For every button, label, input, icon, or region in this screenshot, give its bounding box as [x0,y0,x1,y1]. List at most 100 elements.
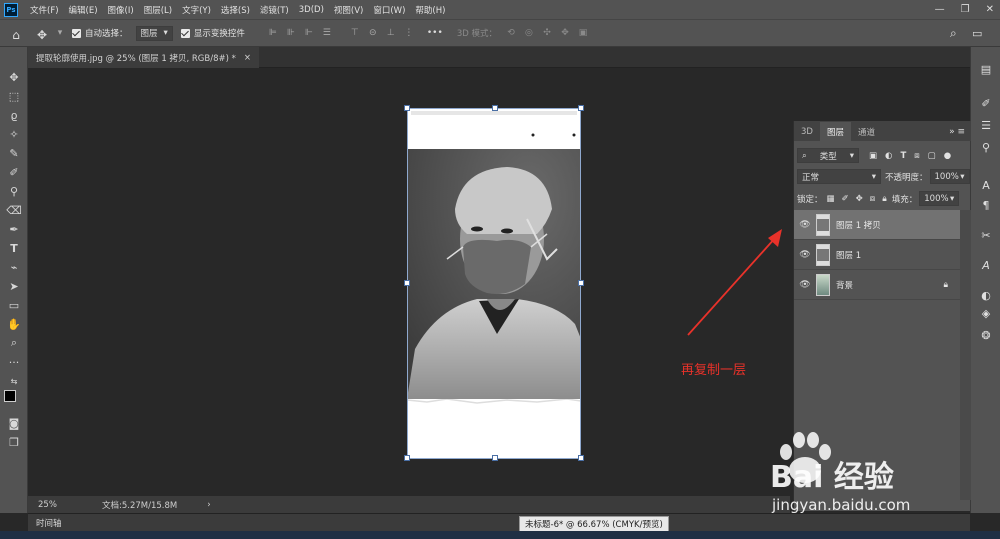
distribute-icon[interactable]: ☰ [321,28,333,38]
workspace-icon[interactable]: ▭ [972,27,982,40]
brush-panel-icon[interactable]: ✐ [978,95,994,111]
direct-select-tool-icon[interactable]: ➤ [6,278,22,294]
transform-handle-bottom-left[interactable] [404,455,410,461]
transform-handle-bottom[interactable] [492,455,498,461]
lasso-tool-icon[interactable]: ϱ [6,107,22,123]
layer-row-copy[interactable]: 👁︎ 图层 1 拷贝 [794,210,960,240]
zoom-tool-icon[interactable]: ⌕ [6,335,22,351]
filter-kind-dropdown[interactable]: ⌕ 类型 ▾ [797,148,859,163]
opacity-field[interactable]: 100% ▾ [929,169,970,184]
transform-handle-bottom-right[interactable] [578,455,584,461]
hand-tool-icon[interactable]: ✋ [6,316,22,332]
fill-field[interactable]: 100% ▾ [919,191,960,206]
path-tool-icon[interactable]: ⌁ [6,259,22,275]
auto-select-dropdown[interactable]: 图层 ▾ [135,25,173,41]
blend-mode-dropdown[interactable]: 正常 ▾ [797,169,881,184]
visibility-eye-icon[interactable]: 👁︎ [794,250,816,260]
tab-3d[interactable]: 3D [794,122,820,141]
search-icon[interactable]: ⌕ [950,26,957,41]
filter-adjustment-icon[interactable]: ◐ [885,151,892,161]
restore-icon[interactable]: ❐ [961,4,970,15]
transform-handle-top-left[interactable] [404,105,410,111]
align-middle-icon[interactable]: ⊝ [367,28,379,38]
menu-type[interactable]: 文字(Y) [182,4,211,16]
glyphs-panel-icon[interactable]: A [978,257,994,273]
minimize-icon[interactable]: — [935,4,945,15]
lock-pixels-icon[interactable]: ✐ [842,194,849,204]
photoshop-logo-icon[interactable]: Ps [4,2,18,17]
3d-scale-icon[interactable]: ▣ [577,28,589,38]
transform-handle-top-right[interactable] [578,105,584,111]
filter-pixel-icon[interactable]: ▣ [869,151,877,161]
move-tool-icon[interactable]: ✥ [36,28,48,42]
transform-handle-top[interactable] [492,105,498,111]
tab-channels[interactable]: 通道 [851,122,882,141]
quick-mask-icon[interactable]: ◙ [6,415,22,431]
chevron-down-icon[interactable]: ▾ [54,28,66,38]
document-tab[interactable]: 提取轮廓使用.jpg @ 25% (图层 1 拷贝, RGB/8#) * × [28,47,259,68]
3d-pan-icon[interactable]: ✣ [541,28,553,38]
close-icon[interactable]: ✕ [986,4,994,15]
lock-all-icon[interactable]: 🔒︎ [882,194,887,204]
align-center-h-icon[interactable]: ⊪ [285,28,297,38]
checkbox-icon[interactable] [72,28,81,38]
timeline-label[interactable]: 时间轴 [36,517,62,529]
transform-bounding-box[interactable] [404,105,584,461]
menu-3d[interactable]: 3D(D) [299,5,324,15]
visibility-eye-icon[interactable]: 👁︎ [794,220,816,230]
pen-tool-icon[interactable]: ✒ [6,221,22,237]
paragraph-panel-icon[interactable]: ¶ [978,197,994,213]
3d-orbit-icon[interactable]: ⟲ [505,28,517,38]
magic-wand-tool-icon[interactable]: ✧ [6,126,22,142]
swap-colors-icon[interactable]: ⇆ [6,373,22,389]
menu-help[interactable]: 帮助(H) [415,4,445,16]
panel-menu-icon[interactable]: » ≡ [949,122,965,141]
layers-panel-icon[interactable]: ◈ [978,305,994,321]
lock-transparent-icon[interactable]: ▦ [827,194,835,204]
layer-row-layer1[interactable]: 👁︎ 图层 1 [794,240,960,270]
foreground-color-swatch[interactable] [4,390,16,402]
layer-row-background[interactable]: 👁︎ 背景 🔒︎ [794,270,960,300]
marquee-tool-icon[interactable]: ⬚ [6,88,22,104]
eraser-tool-icon[interactable]: ⌫ [6,202,22,218]
filter-shape-icon[interactable]: ⧈ [914,151,919,161]
filter-type-icon[interactable]: T [900,151,906,161]
zoom-level[interactable]: 25% [38,500,78,510]
filter-smart-icon[interactable]: ▢ [928,151,936,161]
close-tab-icon[interactable]: × [244,53,251,63]
tools-panel-icon[interactable]: ✂ [978,227,994,243]
character-panel-icon[interactable]: A [978,177,994,193]
distribute-v-icon[interactable]: ⋮ [403,28,415,38]
history-panel-icon[interactable]: ▤ [978,61,994,77]
adjustments-panel-icon[interactable]: ☰ [978,117,994,133]
eyedropper-tool-icon[interactable]: ✎ [6,145,22,161]
menu-filter[interactable]: 滤镜(T) [260,4,289,16]
visibility-eye-icon[interactable]: 👁︎ [794,280,816,290]
checkbox-icon[interactable] [180,28,190,38]
home-icon[interactable]: ⌂ [10,28,22,42]
align-left-icon[interactable]: ⊫ [267,28,279,38]
align-bottom-icon[interactable]: ⊥ [385,28,397,38]
move-tool-icon[interactable]: ✥ [6,69,22,85]
3d-roll-icon[interactable]: ◎ [523,28,535,38]
lock-position-icon[interactable]: ✥ [856,194,863,204]
brush-tool-icon[interactable]: ✐ [6,164,22,180]
3d-slide-icon[interactable]: ✥ [559,28,571,38]
lock-artboard-icon[interactable]: ⧈ [870,194,875,204]
show-transform-checkbox[interactable]: 显示变换控件 [180,27,245,39]
menu-edit[interactable]: 编辑(E) [69,4,98,16]
menu-layer[interactable]: 图层(L) [144,4,172,16]
channels-panel-icon[interactable]: ❂ [978,327,994,343]
menu-view[interactable]: 视图(V) [334,4,363,16]
tab-layers[interactable]: 图层 [819,122,851,141]
stamp-tool-icon[interactable]: ⚲ [6,183,22,199]
transform-handle-left[interactable] [404,280,410,286]
filter-toggle-icon[interactable]: ● [944,151,951,161]
rectangle-tool-icon[interactable]: ▭ [6,297,22,313]
menu-select[interactable]: 选择(S) [221,4,250,16]
color-panel-icon[interactable]: ◐ [978,287,994,303]
align-top-icon[interactable]: ⊤ [349,28,361,38]
screen-mode-icon[interactable]: ❐ [6,434,22,450]
more-tools-icon[interactable]: ··· [6,354,22,370]
menu-window[interactable]: 窗口(W) [373,4,405,16]
